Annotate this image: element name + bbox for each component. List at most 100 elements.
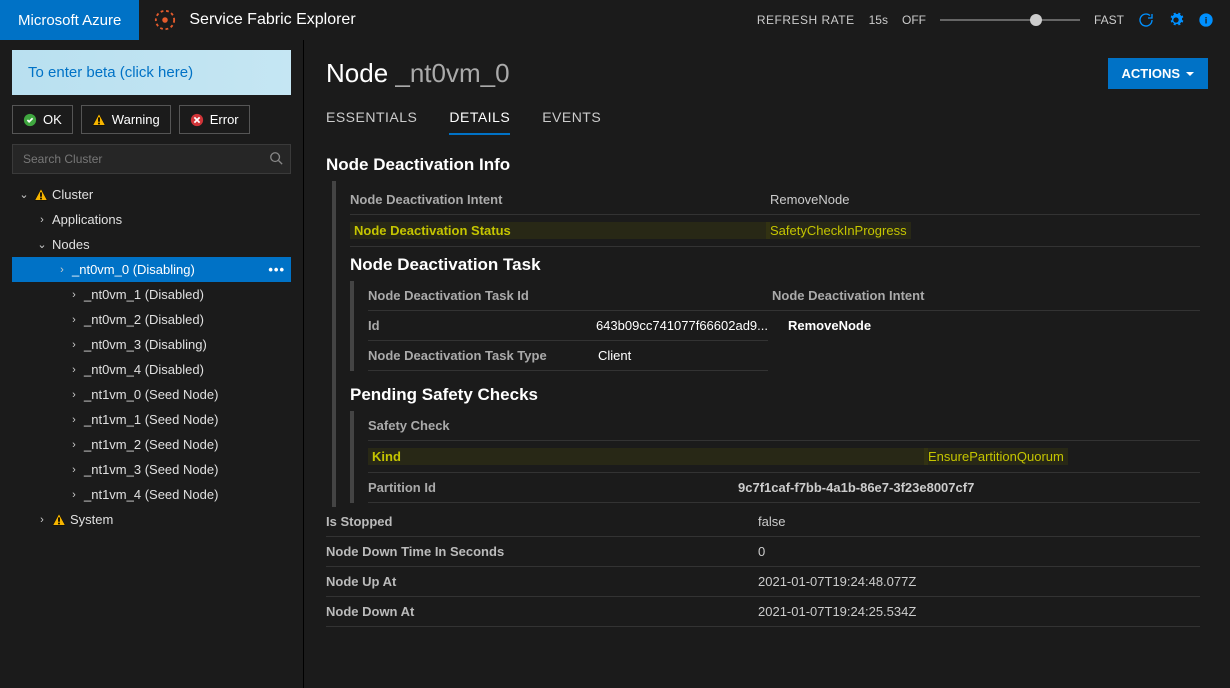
task-col-header: Node Deactivation Intent — [772, 288, 924, 303]
kv-key: Is Stopped — [326, 514, 758, 529]
tree-node-item[interactable]: ›_nt1vm_2 (Seed Node) — [12, 432, 291, 457]
chevron-right-icon: › — [68, 439, 80, 451]
chevron-down-icon: ⌄ — [36, 238, 48, 251]
tree-node-item[interactable]: › _nt1vm_3 (Seed Node) — [12, 457, 291, 482]
tree-node-item[interactable]: ›_nt0vm_2 (Disabled) — [12, 307, 291, 332]
app-title: Service Fabric Explorer — [189, 11, 355, 29]
tree-node-item[interactable]: ›_nt1vm_4 (Seed Node) — [12, 482, 291, 507]
caret-down-icon — [1186, 72, 1194, 76]
tree-label: System — [70, 512, 113, 527]
kv-value: Client — [598, 348, 631, 363]
tree-label: _nt1vm_1 (Seed Node) — [84, 412, 218, 427]
tree-cluster[interactable]: ⌄ Cluster — [12, 182, 291, 207]
status-error-label: Error — [210, 112, 239, 127]
search-container — [12, 144, 291, 174]
slider-fast-label: FAST — [1094, 13, 1124, 27]
kv-key: Id — [368, 318, 596, 333]
beta-banner[interactable]: To enter beta (click here) — [12, 50, 291, 95]
status-ok-button[interactable]: OK — [12, 105, 73, 134]
tree-node-item[interactable]: › _nt0vm_3 (Disabling) — [12, 332, 291, 357]
chevron-right-icon: › — [68, 389, 80, 401]
chevron-right-icon: › — [68, 314, 80, 326]
tab-events[interactable]: EVENTS — [542, 109, 601, 135]
tree-node-item[interactable]: › _nt1vm_0 (Seed Node) — [12, 382, 291, 407]
warning-icon — [92, 113, 106, 127]
kv-row: Is Stoppedfalse — [326, 507, 1200, 537]
kv-row: Node Up At2021-01-07T19:24:48.077Z — [326, 567, 1200, 597]
kv-value: 9c7f1caf-f7bb-4a1b-86e7-3f23e8007cf7 — [738, 480, 974, 495]
kv-value: 2021-01-07T19:24:25.534Z — [758, 604, 916, 619]
kv-value: RemoveNode — [788, 318, 871, 333]
brand-badge[interactable]: Microsoft Azure — [0, 0, 139, 40]
tree-label: _nt1vm_0 (Seed Node) — [84, 387, 218, 402]
chevron-right-icon: › — [36, 214, 48, 226]
chevron-right-icon: › — [68, 464, 80, 476]
kv-key: Node Deactivation Intent — [350, 192, 770, 207]
kv-key: Kind — [368, 448, 928, 465]
refresh-icon[interactable] — [1138, 12, 1154, 28]
deactivation-info-block: Node Deactivation IntentRemoveNode Node … — [332, 181, 1200, 507]
tree-label: _nt1vm_3 (Seed Node) — [84, 462, 218, 477]
title-prefix: Node — [326, 58, 395, 88]
tree-label: Cluster — [52, 187, 93, 202]
tree-node-item[interactable]: › _nt0vm_0 (Disabling) ••• — [12, 257, 291, 282]
status-filter-row: OK Warning Error — [12, 105, 291, 134]
section-safety-checks: Pending Safety Checks — [350, 385, 1200, 405]
tree-node-item[interactable]: ›_nt1vm_1 (Seed Node) — [12, 407, 291, 432]
tree-system[interactable]: › System — [12, 507, 291, 532]
top-right-controls: REFRESH RATE 15s OFF FAST i — [757, 12, 1230, 28]
chevron-right-icon: › — [68, 339, 80, 351]
kv-key: Node Down Time In Seconds — [326, 544, 758, 559]
refresh-rate-label: REFRESH RATE — [757, 13, 855, 27]
refresh-slider[interactable] — [940, 19, 1080, 21]
kv-row-highlighted: Node Deactivation StatusSafetyCheckInPro… — [350, 215, 1200, 247]
tree-node-item[interactable]: ›_nt0vm_4 (Disabled) — [12, 357, 291, 382]
error-icon — [190, 113, 204, 127]
task-col-header: Node Deactivation Task Id — [368, 288, 772, 303]
chevron-right-icon: › — [68, 489, 80, 501]
top-bar: Microsoft Azure Service Fabric Explorer … — [0, 0, 1230, 40]
task-header-row: Node Deactivation Task Id Node Deactivat… — [368, 281, 1200, 311]
refresh-rate-value: 15s — [869, 13, 888, 27]
task-row: Id643b09cc741077f66602ad9... — [368, 311, 768, 341]
warning-icon — [52, 513, 66, 527]
info-icon[interactable]: i — [1198, 12, 1214, 28]
sidebar: To enter beta (click here) OK Warning Er… — [0, 40, 304, 688]
tree-label: _nt0vm_0 (Disabling) — [72, 262, 195, 277]
tree-label: _nt0vm_4 (Disabled) — [84, 362, 204, 377]
details-content[interactable]: Node Deactivation Info Node Deactivation… — [326, 147, 1208, 667]
task-row: RemoveNode — [788, 311, 871, 340]
kv-key: Node Up At — [326, 574, 758, 589]
kv-key: Node Deactivation Task Type — [368, 348, 598, 363]
kv-value: 2021-01-07T19:24:48.077Z — [758, 574, 916, 589]
kv-row: Node Down Time In Seconds0 — [326, 537, 1200, 567]
kv-row-highlighted: KindEnsurePartitionQuorum — [368, 441, 1200, 473]
tree-node-item[interactable]: ›_nt0vm_1 (Disabled) — [12, 282, 291, 307]
main-panel: Node _nt0vm_0 ACTIONS ESSENTIALS DETAILS… — [304, 40, 1230, 688]
kv-row: Node Down At2021-01-07T19:24:25.534Z — [326, 597, 1200, 627]
kv-value: EnsurePartitionQuorum — [924, 448, 1068, 465]
tab-essentials[interactable]: ESSENTIALS — [326, 109, 417, 135]
status-warning-button[interactable]: Warning — [81, 105, 171, 134]
kv-row: Node Deactivation IntentRemoveNode — [350, 185, 1200, 215]
more-icon[interactable]: ••• — [268, 262, 285, 277]
svg-text:i: i — [1205, 15, 1208, 25]
tree-label: _nt0vm_3 (Disabling) — [84, 337, 207, 352]
gear-icon[interactable] — [1168, 12, 1184, 28]
search-icon — [269, 151, 283, 165]
slider-thumb[interactable] — [1030, 14, 1042, 26]
safety-col-header: Safety Check — [368, 418, 772, 433]
status-ok-label: OK — [43, 112, 62, 127]
kv-key: Partition Id — [368, 480, 738, 495]
tree-nodes[interactable]: ⌄ Nodes — [12, 232, 291, 257]
actions-button[interactable]: ACTIONS — [1108, 58, 1209, 89]
service-fabric-logo-icon — [153, 8, 177, 32]
tab-details[interactable]: DETAILS — [449, 109, 510, 135]
cluster-tree: ⌄ Cluster › Applications ⌄ Nodes › _nt0v… — [12, 182, 291, 532]
status-error-button[interactable]: Error — [179, 105, 250, 134]
search-input[interactable] — [12, 144, 291, 174]
kv-row: Partition Id9c7f1caf-f7bb-4a1b-86e7-3f23… — [368, 473, 1200, 503]
tree-applications[interactable]: › Applications — [12, 207, 291, 232]
page-title: Node _nt0vm_0 — [326, 58, 510, 89]
tree-label: _nt0vm_1 (Disabled) — [84, 287, 204, 302]
